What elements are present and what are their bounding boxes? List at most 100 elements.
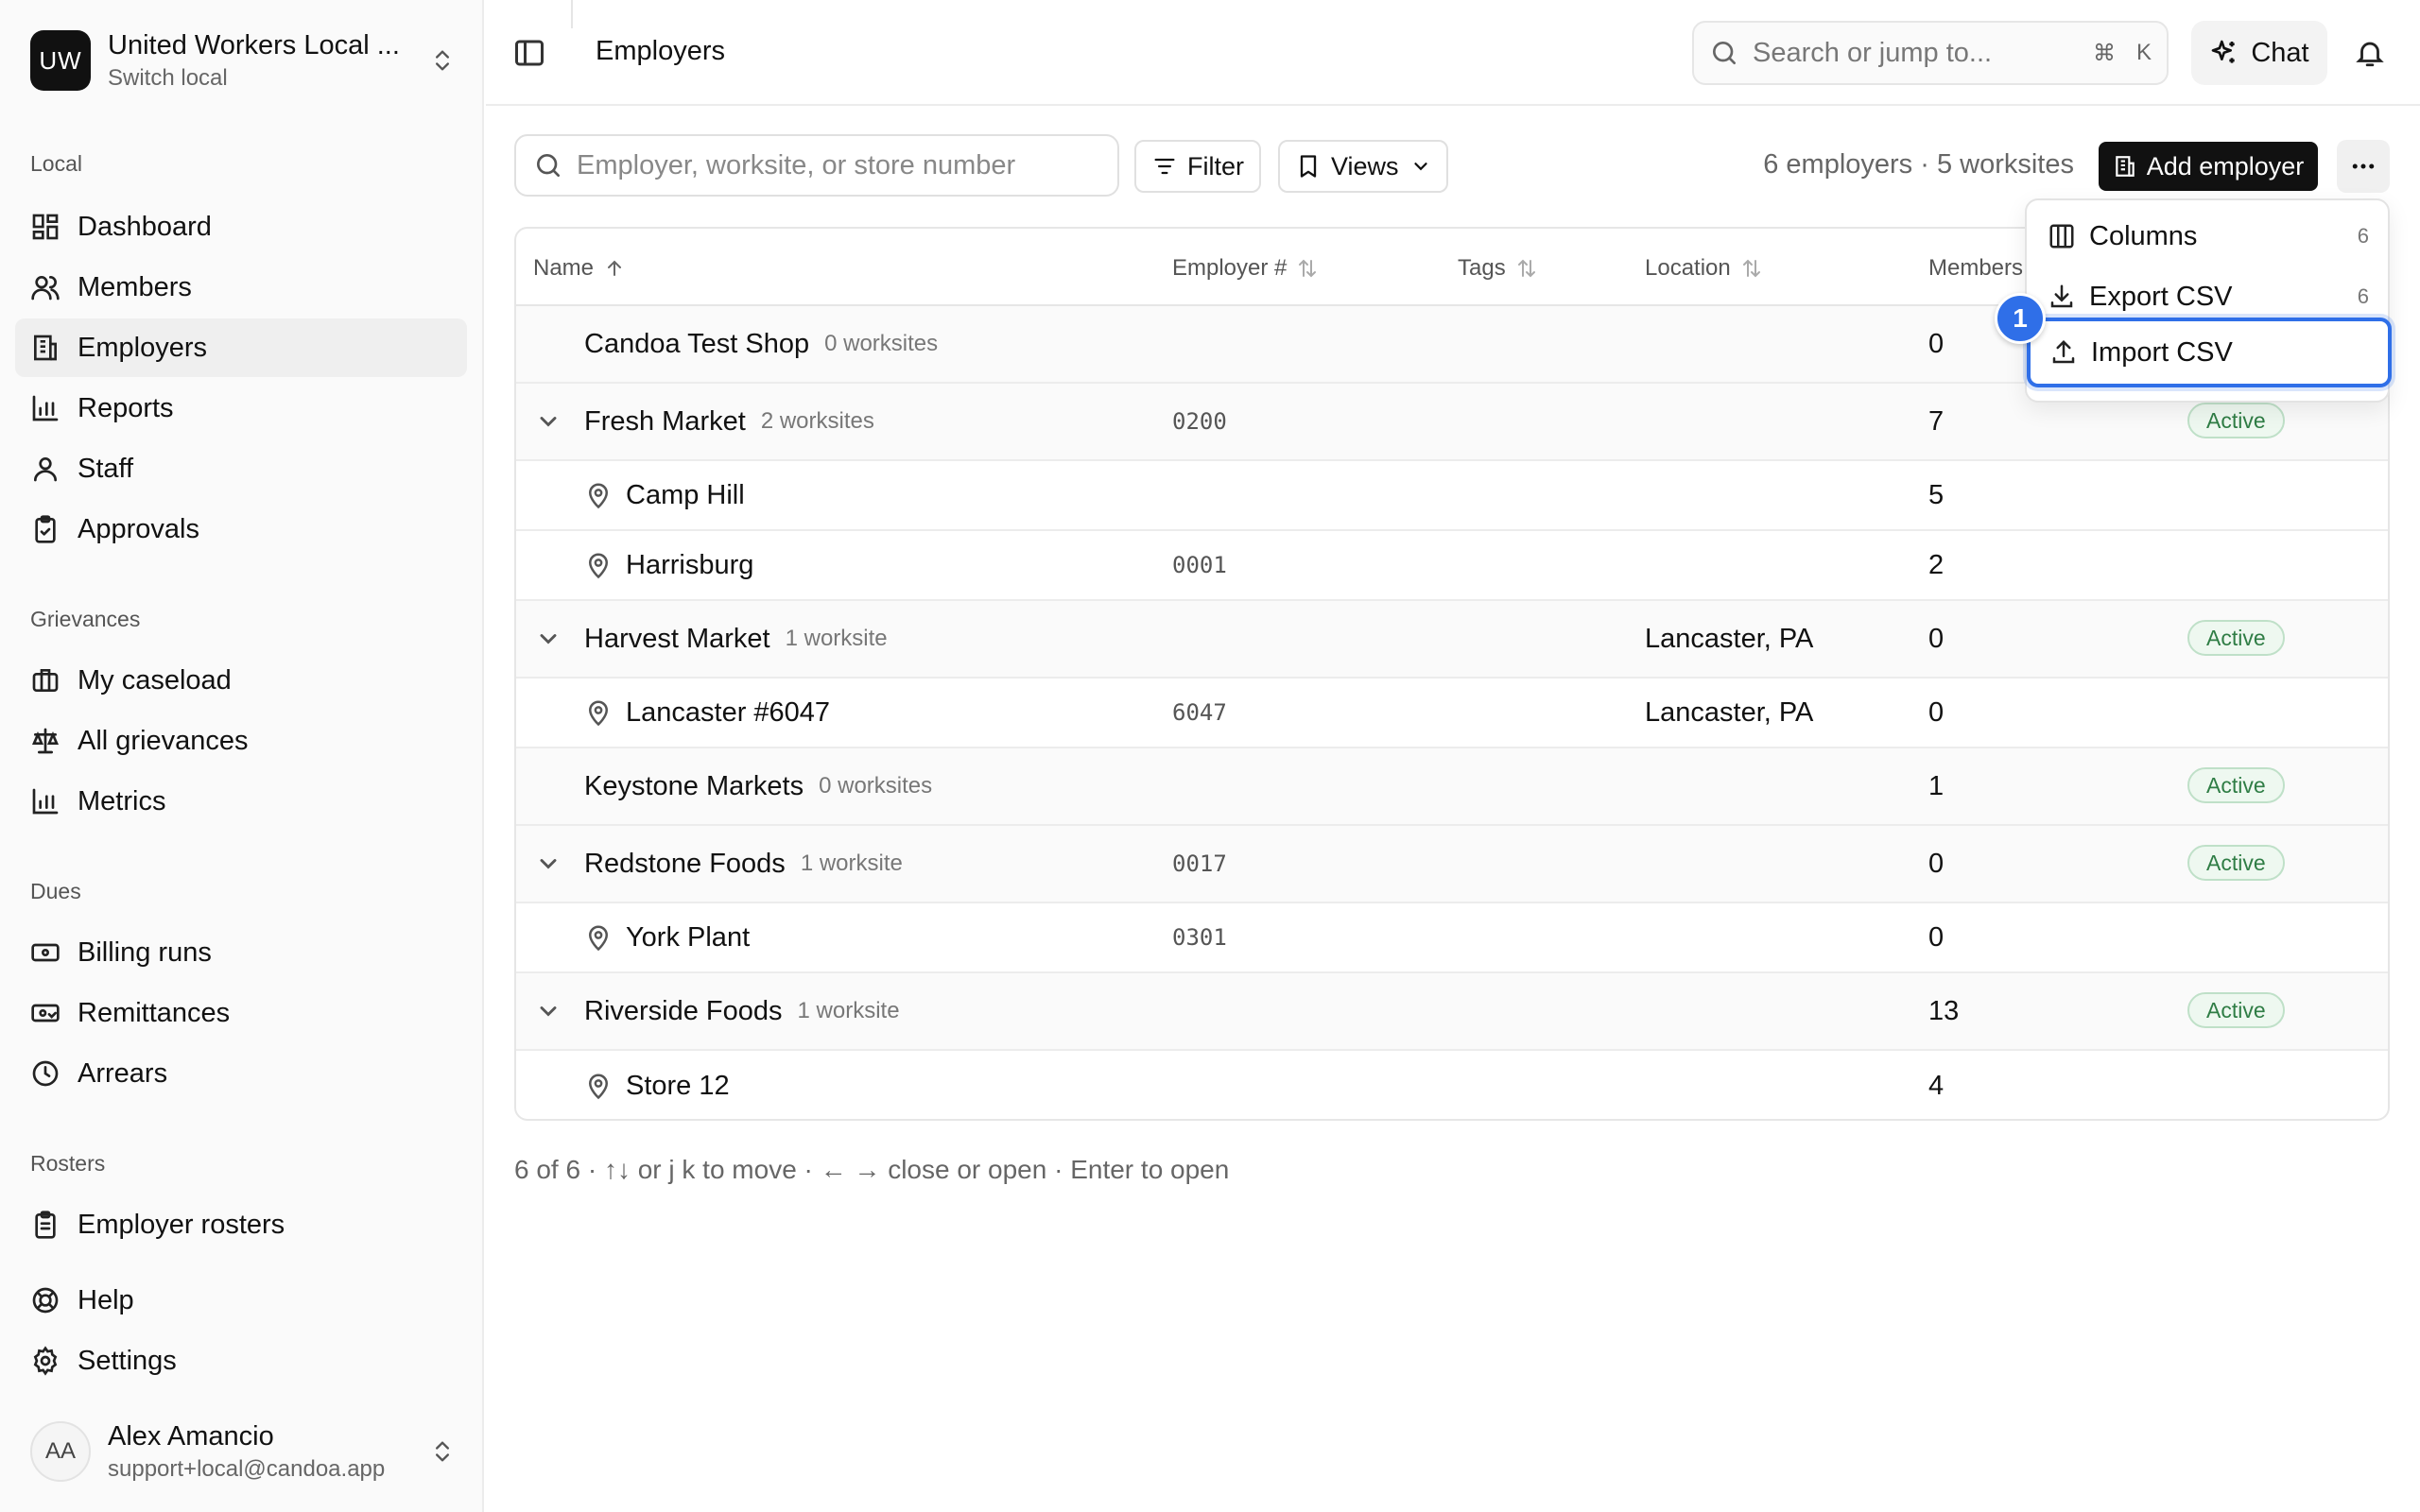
- table-row[interactable]: Lancaster #6047 6047 Lancaster, PA 0: [516, 679, 2388, 748]
- column-header-employer-no[interactable]: Employer #: [1172, 255, 1319, 282]
- column-header-tags[interactable]: Tags: [1458, 255, 1538, 282]
- table-row[interactable]: Riverside Foods 1 worksite 13 Active: [516, 973, 2388, 1051]
- menu-item-export-shortcut: 6: [2357, 284, 2369, 308]
- map-pin-icon: [588, 925, 609, 952]
- org-avatar: UW: [30, 30, 91, 91]
- download-icon: [2050, 284, 2073, 308]
- worksite-count: 1 worksite: [797, 998, 900, 1023]
- status-badge: Active: [2187, 992, 2285, 1028]
- table-row[interactable]: Store 12 4: [516, 1051, 2388, 1119]
- user-menu[interactable]: AA Alex Amancio support+local@candoa.app: [30, 1418, 456, 1486]
- money-check-icon: [31, 1004, 60, 1022]
- banknote-icon: [31, 943, 60, 962]
- menu-item-columns[interactable]: Columns 6: [2034, 208, 2382, 265]
- column-header-members-label: Members: [1928, 255, 2024, 281]
- nav-billing-runs[interactable]: Billing runs: [15, 923, 467, 982]
- bookmark-icon: [1300, 155, 1317, 178]
- nav-employers[interactable]: Employers: [15, 318, 467, 377]
- add-employer-label: Add employer: [2146, 151, 2305, 180]
- column-header-members[interactable]: Members: [1928, 255, 2023, 282]
- members-count: 4: [1928, 1070, 1945, 1101]
- table-row[interactable]: Keystone Markets 0 worksites 1 Active: [516, 748, 2388, 826]
- dashboard-icon: [32, 214, 59, 240]
- nav-remittances[interactable]: Remittances: [15, 984, 467, 1042]
- employer-name: Fresh Market: [584, 405, 746, 437]
- menu-item-import-csv[interactable]: Import CSV: [2027, 318, 2392, 387]
- nav-arrears[interactable]: Arrears: [15, 1044, 467, 1103]
- bell-icon[interactable]: [2354, 36, 2386, 70]
- bar-chart-icon: [32, 395, 59, 421]
- nav-my-caseload[interactable]: My caseload: [15, 651, 467, 710]
- keyboard-hint: 6 of 6 · ↑↓ or j k to move · ← → close o…: [514, 1155, 1230, 1184]
- column-header-name[interactable]: Name: [533, 255, 626, 282]
- clipboard-list-icon: [35, 1211, 56, 1239]
- sparkle-icon: [2212, 40, 2236, 63]
- views-button[interactable]: Views: [1278, 140, 1448, 193]
- filter-lines-icon: [1154, 158, 1175, 175]
- employer-number: 6047: [1172, 699, 1227, 726]
- sort-icon: [1517, 259, 1535, 278]
- more-actions-button[interactable]: [2337, 140, 2390, 193]
- members-count: 0: [1928, 623, 1945, 654]
- map-pin-icon: [588, 700, 609, 727]
- nav-settings[interactable]: Settings: [15, 1332, 467, 1390]
- nav-employer-rosters[interactable]: Employer rosters: [15, 1195, 467, 1254]
- nav-members[interactable]: Members: [15, 258, 467, 317]
- sort-icon: [1299, 259, 1317, 278]
- employer-number: 0301: [1172, 924, 1227, 951]
- nav-approvals[interactable]: Approvals: [15, 500, 467, 558]
- nav-all-grievances[interactable]: All grievances: [15, 712, 467, 770]
- nav-dashboard[interactable]: Dashboard: [15, 198, 467, 256]
- worksite-name: Harrisburg: [626, 549, 754, 580]
- chat-button[interactable]: Chat: [2191, 21, 2327, 85]
- lifebuoy-icon: [32, 1287, 59, 1314]
- nav-remittances-label: Remittances: [78, 997, 231, 1028]
- user-name: Alex Amancio: [108, 1420, 274, 1452]
- section-label-rosters: Rosters: [30, 1151, 106, 1176]
- filter-label: Filter: [1187, 151, 1244, 180]
- nav-metrics[interactable]: Metrics: [15, 772, 467, 831]
- status-badge: Active: [2187, 620, 2285, 656]
- worksite-count: 0 worksites: [824, 331, 939, 356]
- table-row[interactable]: Harvest Market 1 worksite Lancaster, PA 0…: [516, 601, 2388, 679]
- chevron-down-icon[interactable]: [535, 850, 562, 877]
- chevron-down-icon[interactable]: [535, 998, 562, 1024]
- table-row[interactable]: Harrisburg 0001 2: [516, 531, 2388, 601]
- worksite-name: Camp Hill: [626, 479, 745, 510]
- members-count: 2: [1928, 549, 1945, 580]
- menu-item-import-label: Import CSV: [2091, 336, 2233, 368]
- avatar: AA: [30, 1421, 91, 1482]
- status-badge: Active: [2187, 767, 2285, 803]
- status-badge: Active: [2187, 845, 2285, 881]
- employer-search-placeholder: Employer, worksite, or store number: [577, 149, 1016, 180]
- employer-name: Keystone Markets: [584, 770, 804, 801]
- employer-name: Redstone Foods: [584, 848, 786, 879]
- map-pin-icon: [588, 1074, 609, 1100]
- scale-icon: [31, 728, 60, 754]
- more-actions-menu: Columns 6 Export CSV 6 Import CSV: [2025, 198, 2392, 403]
- add-employer-button[interactable]: Add employer: [2099, 142, 2318, 191]
- global-search[interactable]: Search or jump to... ⌘ K: [1692, 21, 2169, 85]
- chevron-down-icon[interactable]: [535, 626, 562, 652]
- members-count: 7: [1928, 405, 1945, 437]
- chevron-down-icon[interactable]: [535, 408, 562, 435]
- members-count: 0: [1928, 328, 1945, 359]
- menu-item-export-csv[interactable]: Export CSV 6: [2034, 268, 2382, 325]
- nav-staff[interactable]: Staff: [15, 439, 467, 498]
- filter-button[interactable]: Filter: [1134, 140, 1261, 193]
- table-row[interactable]: York Plant 0301 0: [516, 903, 2388, 973]
- column-header-location[interactable]: Location: [1645, 255, 1763, 282]
- nav-help[interactable]: Help: [15, 1271, 467, 1330]
- org-switcher[interactable]: UW United Workers Local ... Switch local: [30, 28, 456, 93]
- worksite-count: 2 worksites: [760, 408, 874, 434]
- table-row[interactable]: Redstone Foods 1 worksite 0017 0 Active: [516, 826, 2388, 903]
- worksite-name: York Plant: [626, 921, 751, 953]
- topbar-divider: [571, 0, 573, 28]
- employer-search-input[interactable]: Employer, worksite, or store number: [514, 134, 1119, 197]
- nav-reports[interactable]: Reports: [15, 379, 467, 438]
- search-icon: [537, 154, 560, 177]
- sidebar-toggle-icon[interactable]: [512, 36, 546, 70]
- nav-help-label: Help: [78, 1284, 134, 1315]
- table-row[interactable]: Camp Hill 5: [516, 461, 2388, 531]
- sidebar: UW United Workers Local ... Switch local…: [0, 0, 484, 1512]
